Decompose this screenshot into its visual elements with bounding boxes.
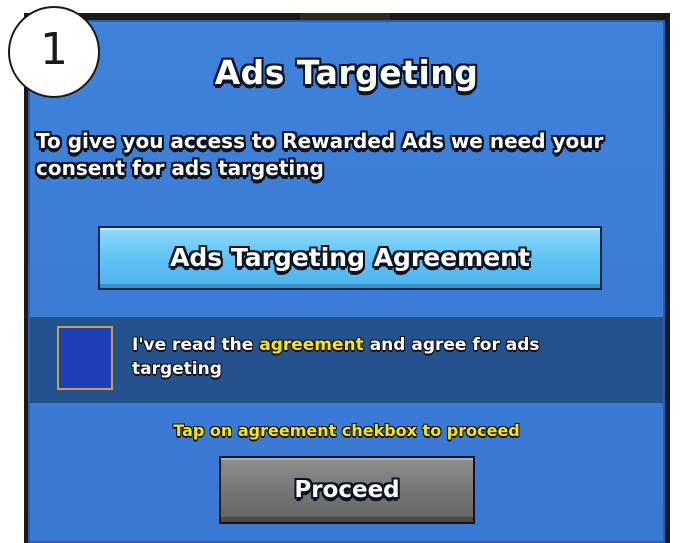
proceed-hint: Tap on agreement chekbox to proceed (173, 421, 520, 440)
ads-targeting-agreement-button[interactable]: Ads Targeting Agreement (98, 226, 602, 290)
agreement-checkbox[interactable] (57, 326, 113, 390)
agreement-link[interactable]: agreement (259, 335, 364, 355)
dialog-title: Ads Targeting (214, 53, 479, 92)
proceed-button[interactable]: Proceed (219, 456, 475, 524)
agreement-button-label: Ads Targeting Agreement (170, 243, 530, 272)
step-number-badge: 1 (8, 6, 100, 98)
step-number: 1 (40, 24, 68, 75)
screen: Ads Targeting To give you access to Rewa… (0, 0, 686, 543)
consent-message: To give you access to Rewarded Ads we ne… (36, 129, 604, 180)
consent-text-before: I've read the (132, 335, 260, 355)
ads-targeting-dialog: Ads Targeting To give you access to Rewa… (28, 20, 665, 543)
proceed-button-label: Proceed (294, 477, 400, 503)
consent-label: I've read the agreement and agree for ad… (132, 333, 602, 381)
